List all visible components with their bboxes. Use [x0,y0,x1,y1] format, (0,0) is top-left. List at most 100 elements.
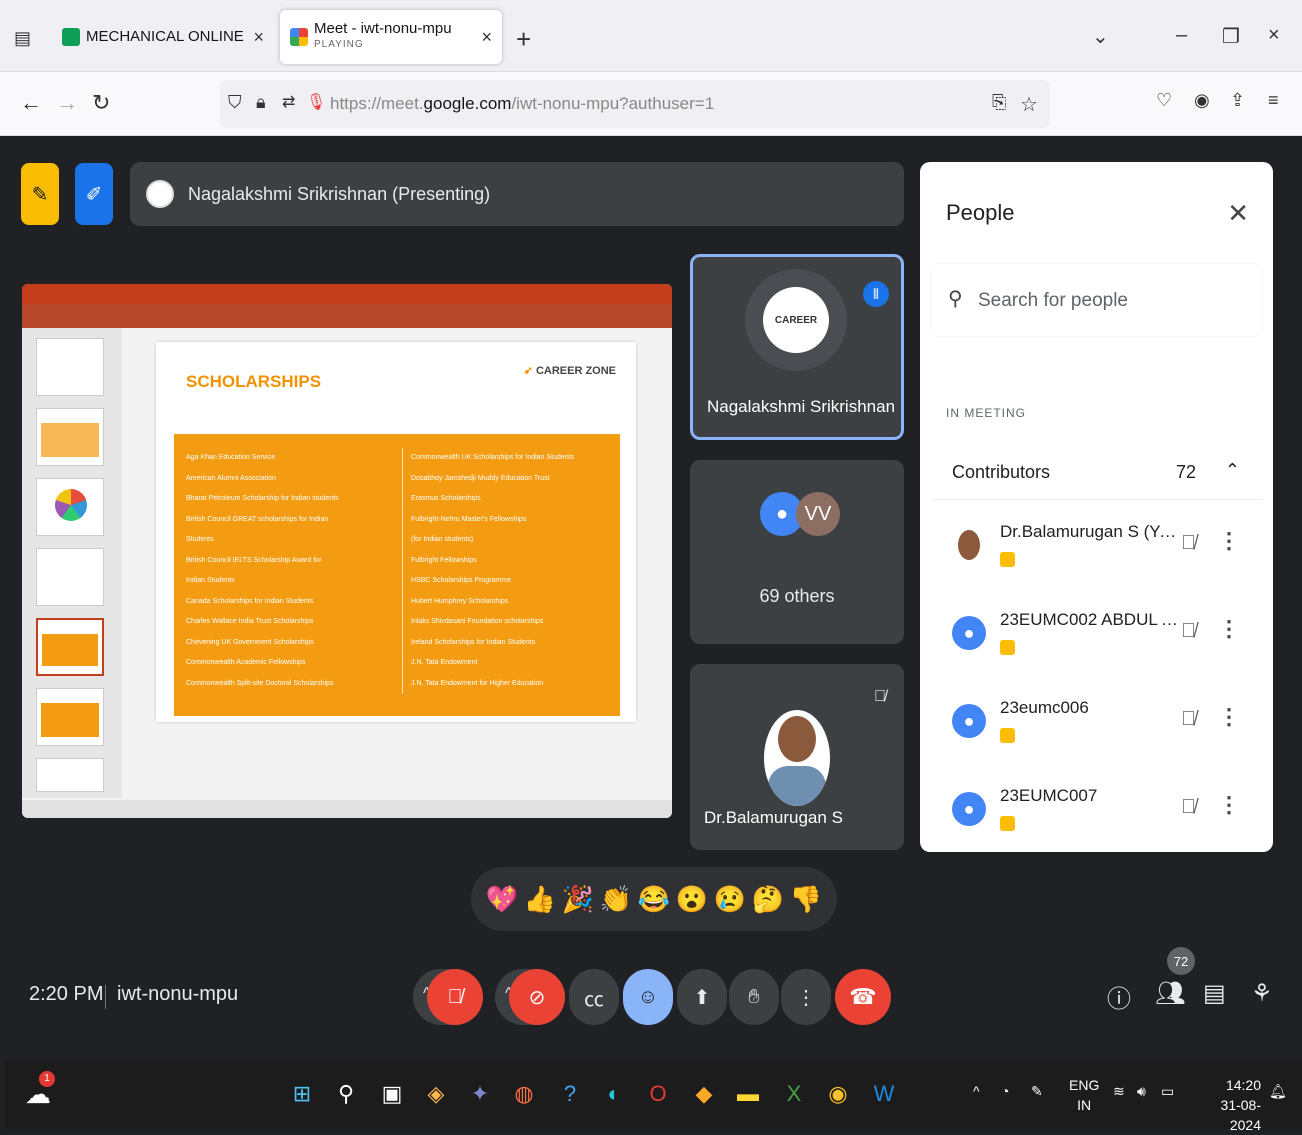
word-icon[interactable]: W [869,1079,899,1109]
scholarship-item: Aga Khan Education Service [186,454,276,461]
captions-button[interactable]: ㏄ [569,969,619,1025]
volume-icon[interactable]: 🔊︎ [1137,1083,1146,1100]
self-photo-avatar [764,710,830,806]
pocket-icon[interactable]: ♡ [1156,90,1172,111]
edge-icon[interactable]: ◐ [599,1079,629,1109]
present-screen-button[interactable]: ⬆ [677,969,727,1025]
scholarship-item: J.N. Tata Endowment [411,659,478,666]
reaction-laugh-button[interactable]: 😂 [638,884,670,915]
close-panel-icon[interactable]: ✕ [1227,198,1249,229]
annotate-icon[interactable]: ✐ [75,163,113,225]
notifications-icon[interactable]: 🔔︎ [1269,1083,1287,1100]
system-clock[interactable]: 14:20 31-08-2024 [1191,1075,1261,1135]
participant-tile-speaker[interactable]: CAREER ⦀ Nagalakshmi Srikrishnan [690,254,904,440]
scholarship-item: Dosabhoy Jamshedji Muddy Education Trust [411,474,550,482]
app-icon[interactable]: ◆ [689,1079,719,1109]
raise-hand-button[interactable]: ✋︎ [729,969,779,1025]
reaction-thumbs-down-button[interactable]: 👎 [790,884,822,915]
language-indicator[interactable]: ENG IN [1069,1075,1099,1115]
forward-icon[interactable]: → [56,90,78,116]
bookmark-star-icon[interactable]: ☆ [1020,92,1038,117]
people-list-item[interactable]: Dr.Balamurugan S (You) 🎙̸ ⋮ [932,504,1262,592]
reaction-surprised-button[interactable]: 😮 [676,884,708,915]
reaction-thinking-button[interactable]: 🤔 [752,884,784,915]
task-view-icon[interactable]: ▣ [377,1079,407,1109]
copilot-icon[interactable]: ◈ [421,1079,451,1109]
chrome-icon[interactable]: ◉ [823,1079,853,1109]
help-icon[interactable]: ? [555,1079,585,1109]
opera-icon[interactable]: O [643,1079,673,1109]
more-options-icon[interactable]: ⋮ [1218,616,1240,642]
contributors-group-header[interactable]: Contributors 72 ⌃ [932,442,1262,500]
show-hidden-icons-icon[interactable]: ^ [973,1083,980,1099]
slide-thumbnail [36,338,104,396]
close-window-icon[interactable]: × [1268,24,1280,47]
reload-icon[interactable]: ↻ [92,90,110,116]
whiteboard-icon[interactable]: ✎ [21,163,59,225]
tab-meet[interactable]: Meet - iwt-nonu-mpu PLAYING × [280,10,502,64]
translate-icon[interactable]: ⎘ [992,92,1006,113]
participant-name: Dr.Balamurugan S [704,808,843,827]
url-text[interactable]: https://meet.google.com/iwt-nonu-mpu?aut… [330,94,714,114]
scholarship-item: Ireland Scholarships for Indian Students [411,638,536,646]
restore-icon[interactable]: ❐ [1222,24,1240,49]
more-options-icon[interactable]: ⋮ [1218,528,1240,554]
file-explorer-icon[interactable]: ▬ [733,1079,763,1109]
pen-icon[interactable]: ✎ [1031,1083,1043,1100]
person-avatar [952,528,986,562]
mic-off-button[interactable]: 🎙̸ [427,969,483,1025]
reaction-heart-button[interactable]: 💖 [486,884,518,915]
people-list-item[interactable]: ● 23eumc006 🎙̸ ⋮ [932,680,1262,768]
minimize-icon[interactable]: – [1176,24,1187,47]
more-options-icon[interactable]: ⋮ [1218,792,1240,818]
extensions-icon[interactable]: ⇪ [1230,90,1245,111]
shield-icon[interactable]: ⛉ [228,92,242,113]
tab-mechanical-online-class[interactable]: MECHANICAL ONLINE CLASS × [52,10,274,64]
search-people-input[interactable]: ⚲ Search for people [932,264,1262,336]
notification-badge: 1 [39,1071,55,1087]
new-tab-button[interactable]: + [516,24,531,55]
permissions-icon[interactable]: ⇄ [282,92,295,112]
close-tab-icon[interactable]: × [253,27,264,48]
firefox-icon[interactable]: ◍ [509,1079,539,1109]
reaction-thumbs-up-button[interactable]: 👍 [524,884,556,915]
wifi-icon[interactable]: ≋ [1113,1083,1125,1100]
lock-icon[interactable]: 🔒︎ [256,92,266,113]
close-tab-icon[interactable]: × [481,27,492,48]
reaction-party-button[interactable]: 🎉 [562,884,594,915]
people-icon[interactable]: 👥︎ [1155,979,1185,1008]
activities-icon[interactable]: ⚘ [1251,979,1273,1008]
teams-icon[interactable]: ✦ [465,1079,495,1109]
reaction-sad-button[interactable]: 😢 [714,884,746,915]
battery-icon[interactable]: ▭ [1161,1083,1174,1100]
meeting-details-icon[interactable]: ⓘ [1107,979,1131,1014]
chevron-up-icon[interactable]: ⌃ [1225,460,1240,481]
participant-tile-others[interactable]: ● VV 69 others [690,460,904,644]
slide-thumbnail [36,478,104,536]
participant-tile-self[interactable]: 🎙̸ Dr.Balamurugan S [690,664,904,850]
mic-off-icon: 🎙̸ [1181,708,1196,730]
chat-icon[interactable]: ▤ [1203,979,1226,1008]
people-list-item[interactable]: ● 23EUMC002 ABDUL ASIF... 🎙̸ ⋮ [932,592,1262,680]
camera-off-button[interactable]: ⊘ [509,969,565,1025]
more-options-icon[interactable]: ⋮ [1218,704,1240,730]
participant-avatar: CAREER [745,269,847,371]
reaction-clap-button[interactable]: 👏 [600,884,632,915]
participant-count-badge: 72 [1167,947,1195,975]
end-call-button[interactable]: ☎ [835,969,891,1025]
people-list-item[interactable]: ● 23EUMC007 🎙̸ ⋮ [932,768,1262,856]
tray-app-icon[interactable]: ◔ [1001,1083,1009,1099]
microphone-active-icon[interactable]: 🎙︎ [306,92,326,112]
search-icon[interactable]: ⚲ [331,1079,361,1109]
emoji-reactions-button[interactable]: ☺ [623,969,673,1025]
menu-icon[interactable]: ≡ [1268,90,1279,111]
scholarship-list-box: Aga Khan Education Service American Alum… [174,434,620,716]
list-all-tabs-icon[interactable]: ⌄ [1092,24,1109,49]
tab-list-icon[interactable]: ▤ [14,28,34,50]
excel-icon[interactable]: X [779,1079,809,1109]
back-icon[interactable]: ← [20,90,42,116]
address-bar[interactable]: ⛉ 🔒︎ ⇄ 🎙︎ https://meet.google.com/iwt-no… [220,80,1050,128]
account-icon[interactable]: ◉ [1194,90,1210,111]
more-options-button[interactable]: ⋮ [781,969,831,1025]
start-icon[interactable]: ⊞ [287,1079,317,1109]
